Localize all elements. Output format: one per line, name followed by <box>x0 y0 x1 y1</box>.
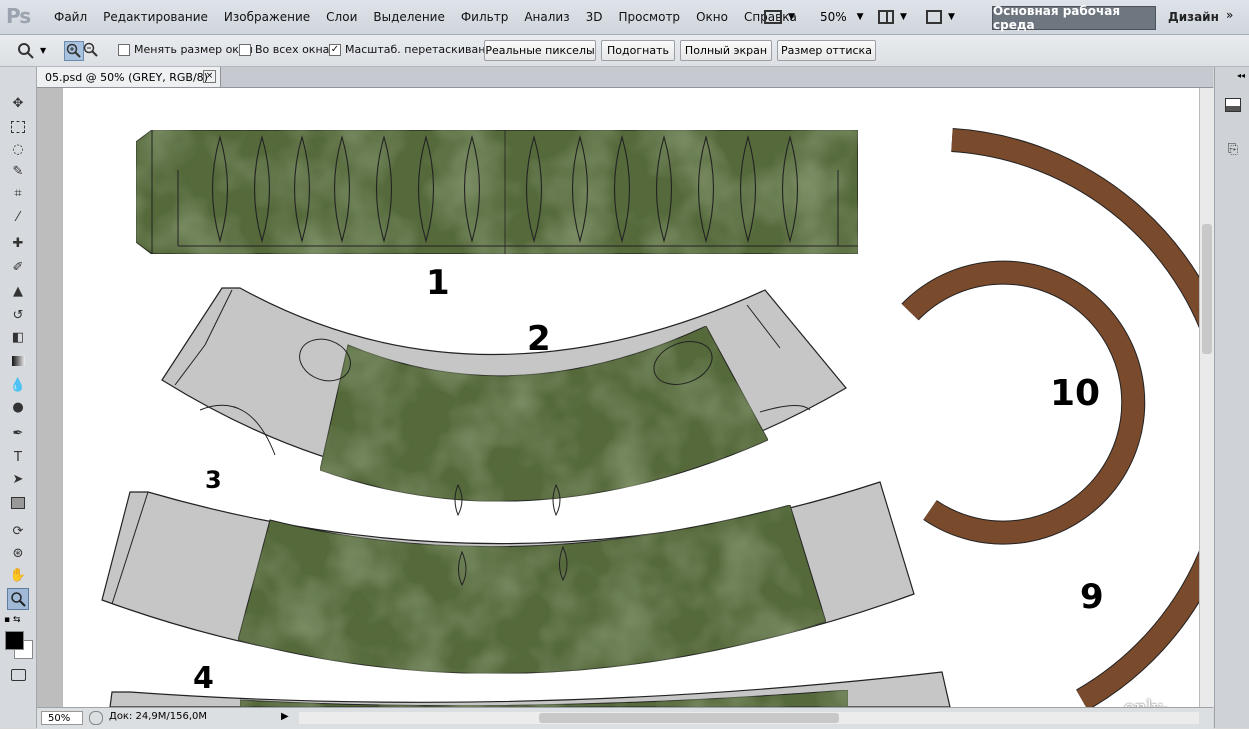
arrange-documents-dropdown[interactable]: ▼ <box>878 8 907 26</box>
panel-toggle-arrows-icon[interactable]: ◂◂ <box>1237 71 1245 80</box>
checkbox-label: Во всех окнах <box>255 43 336 56</box>
foreground-color-swatch[interactable] <box>5 631 24 650</box>
zoom-level-value: 50% <box>820 10 847 24</box>
menu-window[interactable]: Окно <box>688 10 736 24</box>
part-1-strip <box>135 129 859 255</box>
photoshop-logo: Ps <box>6 4 31 28</box>
document-canvas[interactable]: 1 2 3 4 9 10 <box>37 88 1199 707</box>
status-zoom-field[interactable]: 50% <box>41 711 83 725</box>
crop-tool-icon[interactable]: ⌗ <box>8 183 28 203</box>
eraser-icon[interactable]: ◧ <box>8 327 28 347</box>
grid-icon <box>878 10 894 24</box>
blur-icon[interactable]: 💧 <box>8 375 28 395</box>
label-part-2: 2 <box>527 319 551 359</box>
marquee-tool-icon[interactable] <box>8 117 28 137</box>
main-menu: Файл Редактирование Изображение Слои Выд… <box>46 10 805 24</box>
more-workspaces-button[interactable]: » <box>1226 8 1233 22</box>
stamp-tool-icon[interactable]: ▲ <box>8 281 28 301</box>
menu-edit[interactable]: Редактирование <box>95 10 216 24</box>
scrubby-zoom-checkbox[interactable]: ✓ Масштаб. перетаскиванием <box>329 43 508 56</box>
label-part-3: 3 <box>205 466 222 494</box>
vertical-scrollbar[interactable] <box>1199 88 1214 707</box>
label-part-1: 1 <box>426 263 450 303</box>
horizontal-scrollbar[interactable] <box>299 712 1199 724</box>
dodge-icon[interactable]: ● <box>8 397 28 417</box>
3d-orbit-icon[interactable]: ⊛ <box>8 543 28 563</box>
frame-icon <box>926 10 942 24</box>
zoom-tool-active-icon[interactable] <box>7 588 29 610</box>
type-tool-icon[interactable]: T <box>8 447 28 467</box>
resize-windows-checkbox[interactable]: Менять размер окон <box>118 43 253 56</box>
screen-mode-dropdown[interactable]: ▼ <box>764 8 795 26</box>
label-part-10: 10 <box>1050 373 1100 414</box>
menu-view[interactable]: Просмотр <box>610 10 688 24</box>
document-size-info: Док: 24,9M/156,0M <box>109 711 208 722</box>
brush-tool-icon[interactable]: ✐ <box>8 257 28 277</box>
full-screen-button[interactable]: Полный экран <box>680 40 772 61</box>
horizontal-scroll-thumb[interactable] <box>539 713 839 723</box>
shape-tool-icon[interactable] <box>8 493 28 513</box>
history-brush-icon[interactable]: ↺ <box>8 305 28 325</box>
checkbox-box <box>239 43 251 56</box>
path-select-icon[interactable]: ➤ <box>8 469 28 489</box>
label-part-9: 9 <box>1080 577 1104 617</box>
move-tool-icon[interactable]: ✥ <box>8 93 28 113</box>
menu-file[interactable]: Файл <box>46 10 95 24</box>
panel-layers-icon[interactable] <box>1223 95 1243 115</box>
menu-image[interactable]: Изображение <box>216 10 318 24</box>
checkbox-label: Менять размер окон <box>134 43 253 56</box>
lasso-tool-icon[interactable]: ◌ <box>8 139 28 159</box>
zoom-out-icon[interactable] <box>82 41 100 59</box>
print-size-button[interactable]: Размер оттиска <box>777 40 876 61</box>
document-tab-title: 05.psd @ 50% (GREY, RGB/8) <box>45 70 208 84</box>
status-menu-icon[interactable] <box>89 711 103 725</box>
document-tab[interactable]: 05.psd @ 50% (GREY, RGB/8) × <box>37 67 221 87</box>
menu-layers[interactable]: Слои <box>318 10 365 24</box>
vertical-scroll-thumb[interactable] <box>1202 224 1212 354</box>
zoom-in-icon[interactable] <box>64 41 84 61</box>
healing-brush-icon[interactable]: ✚ <box>8 233 28 253</box>
document-tabs: 05.psd @ 50% (GREY, RGB/8) × <box>37 67 1213 88</box>
zoom-level-dropdown[interactable]: 50% ▼ <box>820 8 864 26</box>
menu-filter[interactable]: Фильтр <box>453 10 516 24</box>
collapsed-panels: ◂◂ ⎘ <box>1214 67 1249 728</box>
hand-tool-icon[interactable]: ✋ <box>8 565 28 585</box>
chevron-down-icon: ▼ <box>788 12 795 22</box>
artwork: 1 2 3 4 9 10 <box>63 88 1199 707</box>
3d-rotate-icon[interactable]: ⟳ <box>8 521 28 541</box>
label-part-4: 4 <box>193 661 214 696</box>
menu-bar: Ps Файл Редактирование Изображение Слои … <box>0 0 1249 35</box>
all-windows-checkbox[interactable]: Во всех окнах <box>239 43 336 56</box>
status-bar: 50% Док: 24,9M/156,0M ▶ <box>37 707 1213 729</box>
actual-pixels-button[interactable]: Реальные пикселы <box>484 40 596 61</box>
checkbox-box <box>118 43 130 56</box>
chevron-down-icon[interactable]: ▼ <box>40 46 46 55</box>
status-arrow-icon[interactable]: ▶ <box>281 711 289 722</box>
workspace-design-button[interactable]: Дизайн <box>1168 10 1219 24</box>
watermark: only-paper.ru <box>1124 697 1199 707</box>
fit-screen-button[interactable]: Подогнать <box>601 40 675 61</box>
menu-3d[interactable]: 3D <box>578 10 611 24</box>
gradient-icon[interactable] <box>8 351 28 371</box>
chevron-down-icon: ▼ <box>900 12 907 22</box>
zoom-tool-icon[interactable] <box>16 41 36 59</box>
menu-analysis[interactable]: Анализ <box>516 10 577 24</box>
eyedropper-icon[interactable]: ⁄ <box>8 207 28 227</box>
workspace-essentials-button[interactable]: Основная рабочая среда <box>992 4 1156 32</box>
quick-mask-icon[interactable] <box>8 665 28 685</box>
chevron-down-icon: ▼ <box>948 12 955 22</box>
tools-panel: ✥ ◌ ✎ ⌗ ⁄ ✚ ✐ ▲ ↺ ◧ 💧 ● ✒ T ➤ ⟳ ⊛ ✋ ▪ ⇆ <box>0 67 37 728</box>
panel-history-icon[interactable]: ⎘ <box>1223 139 1243 159</box>
close-icon[interactable]: × <box>203 70 216 83</box>
swap-colors-icon[interactable]: ▪ ⇆ <box>4 615 32 625</box>
menu-select[interactable]: Выделение <box>365 10 452 24</box>
chevron-down-icon: ▼ <box>856 12 864 22</box>
checkmark-icon: ✓ <box>329 43 341 56</box>
film-icon <box>764 10 782 24</box>
quick-select-icon[interactable]: ✎ <box>8 161 28 181</box>
pen-tool-icon[interactable]: ✒ <box>8 423 28 443</box>
options-bar: ▼ Менять размер окон Во всех окнах ✓ Мас… <box>0 35 1249 67</box>
extras-dropdown[interactable]: ▼ <box>926 8 955 26</box>
